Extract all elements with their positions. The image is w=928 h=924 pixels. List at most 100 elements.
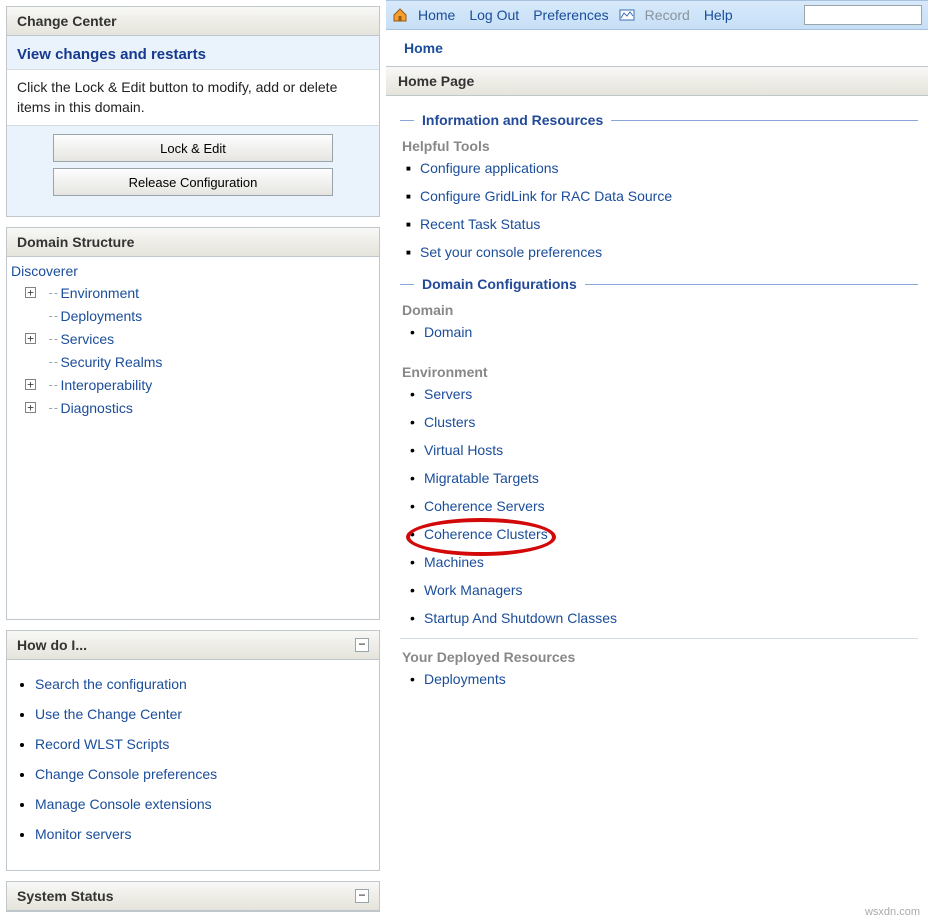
list-item: Deployments	[410, 671, 918, 687]
system-status-panel: System Status −	[6, 881, 380, 912]
list-item: Search the configuration	[35, 676, 369, 692]
domain-structure-header: Domain Structure	[7, 228, 379, 257]
tree-connector: +	[25, 379, 47, 390]
howdoi-link-change-console-preferences[interactable]: Change Console preferences	[35, 766, 217, 782]
list-item: Servers	[410, 386, 918, 402]
domain-heading: Domain	[402, 302, 918, 318]
domain-structure-panel: Domain Structure Discoverer +--Environme…	[6, 227, 380, 620]
howdoi-link-manage-console-extensions[interactable]: Manage Console extensions	[35, 796, 212, 812]
nav-logout[interactable]: Log Out	[469, 7, 519, 23]
list-item: Manage Console extensions	[35, 796, 369, 812]
info-section-title: Information and Resources	[400, 112, 918, 128]
env-link-coherence-clusters[interactable]: Coherence Clusters	[424, 526, 548, 542]
search-input[interactable]	[804, 5, 922, 25]
breadcrumb: Home	[386, 30, 928, 66]
collapse-icon[interactable]: −	[355, 638, 369, 652]
expand-icon[interactable]: +	[25, 333, 36, 344]
tree-item-label[interactable]: Diagnostics	[60, 400, 132, 416]
how-do-i-list: Search the configuration Use the Change C…	[35, 676, 369, 842]
list-item: Configure GridLink for RAC Data Source	[406, 188, 918, 204]
dep-link-deployments[interactable]: Deployments	[424, 671, 506, 687]
tree-item-label[interactable]: Deployments	[60, 308, 142, 324]
record-icon	[619, 7, 635, 23]
domain-structure-title: Domain Structure	[17, 234, 134, 250]
howdoi-link-search-the-configuration[interactable]: Search the configuration	[35, 676, 187, 692]
list-item: Machines	[410, 554, 918, 570]
list-item: Work Managers	[410, 582, 918, 598]
expand-icon[interactable]: +	[25, 287, 36, 298]
tree-item-interoperability[interactable]: +--Interoperability	[25, 373, 375, 396]
helpful-tools-heading: Helpful Tools	[402, 138, 918, 154]
tree-item-deployments[interactable]: +--Deployments	[25, 304, 375, 327]
nav-home[interactable]: Home	[418, 7, 455, 23]
list-item: Coherence Clusters	[410, 526, 918, 542]
tree-item-label[interactable]: Environment	[60, 285, 139, 301]
change-center-hint: Click the Lock & Edit button to modify, …	[7, 69, 379, 126]
env-link-migratable-targets[interactable]: Migratable Targets	[424, 470, 539, 486]
how-do-i-panel: How do I... − Search the configuration Us…	[6, 630, 380, 871]
tree-root[interactable]: Discoverer	[11, 261, 375, 281]
expand-icon[interactable]: +	[25, 379, 36, 390]
how-do-i-title: How do I...	[17, 637, 87, 653]
help-link-recent-task-status[interactable]: Recent Task Status	[420, 216, 540, 232]
env-link-clusters[interactable]: Clusters	[424, 414, 475, 430]
list-item: Configure applications	[406, 160, 918, 176]
help-link-configure-gridlink-for-rac-data-source[interactable]: Configure GridLink for RAC Data Source	[420, 188, 672, 204]
separator	[400, 638, 918, 639]
helpful-tools-list: Configure applications Configure GridLink…	[406, 160, 918, 260]
system-status-title: System Status	[17, 888, 113, 904]
list-item: Migratable Targets	[410, 470, 918, 486]
domain-config-title: Domain Configurations	[400, 276, 918, 292]
nav-preferences[interactable]: Preferences	[533, 7, 608, 23]
breadcrumb-home[interactable]: Home	[404, 40, 443, 56]
help-link-configure-applications[interactable]: Configure applications	[420, 160, 559, 176]
expand-icon[interactable]: +	[25, 402, 36, 413]
tree-connector: +	[25, 333, 47, 344]
tree-item-label[interactable]: Interoperability	[60, 377, 152, 393]
tree-item-label[interactable]: Services	[60, 331, 114, 347]
env-link-virtual-hosts[interactable]: Virtual Hosts	[424, 442, 503, 458]
list-item: Virtual Hosts	[410, 442, 918, 458]
change-center-panel: Change Center View changes and restarts …	[6, 6, 380, 217]
domain-tree: Discoverer +--Environment+--Deployments+…	[7, 257, 379, 619]
tree-connector: +	[25, 356, 47, 367]
tree-item-environment[interactable]: +--Environment	[25, 281, 375, 304]
tree-item-label[interactable]: Security Realms	[60, 354, 162, 370]
help-link-set-your-console-preferences[interactable]: Set your console preferences	[420, 244, 602, 260]
release-config-button[interactable]: Release Configuration	[53, 168, 333, 196]
change-center-title: Change Center	[17, 13, 117, 29]
tree-item-diagnostics[interactable]: +--Diagnostics	[25, 396, 375, 419]
list-item: Change Console preferences	[35, 766, 369, 782]
env-link-work-managers[interactable]: Work Managers	[424, 582, 523, 598]
env-link-machines[interactable]: Machines	[424, 554, 484, 570]
domain-link-domain[interactable]: Domain	[424, 324, 472, 340]
list-item: Record WLST Scripts	[35, 736, 369, 752]
domain-list: Domain	[410, 324, 918, 340]
deployed-heading: Your Deployed Resources	[402, 649, 918, 665]
tree-connector: +	[25, 287, 47, 298]
howdoi-link-use-the-change-center[interactable]: Use the Change Center	[35, 706, 182, 722]
howdoi-link-record-wlst-scripts[interactable]: Record WLST Scripts	[35, 736, 169, 752]
list-item: Clusters	[410, 414, 918, 430]
top-toolbar: Home Log Out Preferences Record Help	[386, 0, 928, 30]
env-link-startup-and-shutdown-classes[interactable]: Startup And Shutdown Classes	[424, 610, 617, 626]
list-item: Monitor servers	[35, 826, 369, 842]
collapse-icon[interactable]: −	[355, 889, 369, 903]
nav-help[interactable]: Help	[704, 7, 733, 23]
lock-edit-button[interactable]: Lock & Edit	[53, 134, 333, 162]
list-item: Domain	[410, 324, 918, 340]
list-item: Coherence Servers	[410, 498, 918, 514]
tree-connector: +	[25, 402, 47, 413]
list-item: Use the Change Center	[35, 706, 369, 722]
list-item: Recent Task Status	[406, 216, 918, 232]
deployed-list: Deployments	[410, 671, 918, 687]
environment-list: Servers Clusters Virtual Hosts Migratable T…	[410, 386, 918, 626]
env-link-coherence-servers[interactable]: Coherence Servers	[424, 498, 545, 514]
tree-item-security-realms[interactable]: +--Security Realms	[25, 350, 375, 373]
tree-item-services[interactable]: +--Services	[25, 327, 375, 350]
howdoi-link-monitor-servers[interactable]: Monitor servers	[35, 826, 131, 842]
list-item: Set your console preferences	[406, 244, 918, 260]
view-changes-link[interactable]: View changes and restarts	[17, 46, 206, 63]
tree-connector: +	[25, 310, 47, 321]
env-link-servers[interactable]: Servers	[424, 386, 472, 402]
